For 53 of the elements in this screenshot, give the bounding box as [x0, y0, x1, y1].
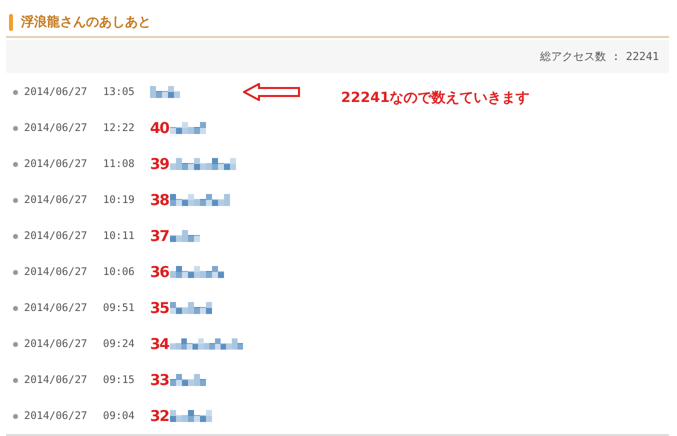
visit-time: 13:05: [103, 86, 136, 98]
count-annotation: 32: [150, 407, 169, 425]
bullet-icon: [13, 126, 18, 130]
accent-bar-icon: [9, 14, 13, 30]
pixelated-name-drawing: [170, 122, 206, 134]
visit-date: 2014/06/27: [24, 122, 88, 134]
visit-time: 10:19: [103, 194, 136, 206]
bullet-icon: [13, 414, 18, 418]
visit-date: 2014/06/27: [24, 374, 88, 386]
bullet-icon: [13, 90, 18, 94]
pixelated-name-drawing: [170, 374, 206, 386]
visit-date: 2014/06/27: [24, 266, 88, 278]
visit-time: 12:22: [103, 122, 136, 134]
pixelated-name-drawing: [170, 194, 230, 206]
visit-time: 10:06: [103, 266, 136, 278]
bullet-icon: [13, 162, 18, 166]
visit-date: 2014/06/27: [24, 194, 88, 206]
count-annotation: 40: [150, 119, 169, 137]
visit-time: 10:11: [103, 230, 136, 242]
annotation-note: 22241なので数えていきます: [341, 89, 530, 107]
bullet-icon: [13, 198, 18, 202]
count-annotation: 35: [150, 299, 169, 317]
bullet-icon: [13, 234, 18, 238]
bullet-icon: [13, 306, 18, 310]
visit-time: 09:04: [103, 410, 136, 422]
count-annotation: 36: [150, 263, 169, 281]
visit-date: 2014/06/27: [24, 86, 88, 98]
bullet-icon: [13, 270, 18, 274]
visit-time: 11:08: [103, 158, 136, 170]
count-annotation: 33: [150, 371, 169, 389]
count-annotation: 38: [150, 191, 169, 209]
visit-date: 2014/06/27: [24, 302, 88, 314]
pixelated-name-drawing: [170, 302, 212, 314]
total-access-count: 総アクセス数 : 22241: [540, 49, 659, 64]
pixelated-name-drawing: [170, 410, 212, 422]
visit-time: 09:24: [103, 338, 136, 350]
visit-date: 2014/06/27: [24, 338, 88, 350]
bullet-icon: [13, 378, 18, 382]
count-annotation: 39: [150, 155, 169, 173]
section-title: 浮浪龍さんのあしあと: [21, 14, 151, 31]
pixelated-name-drawing: [170, 230, 200, 242]
visit-date: 2014/06/27: [24, 230, 88, 242]
pixelated-name-drawing: [170, 158, 236, 170]
pixelated-name-drawing: [170, 266, 224, 278]
visit-time: 09:51: [103, 302, 136, 314]
visit-date: 2014/06/27: [24, 410, 88, 422]
visit-time: 09:15: [103, 374, 136, 386]
count-annotation: 34: [150, 335, 169, 353]
pixelated-name-drawing: [150, 86, 180, 98]
visit-date: 2014/06/27: [24, 158, 88, 170]
bullet-icon: [13, 342, 18, 346]
left-arrow-icon: [243, 83, 301, 101]
count-annotation: 37: [150, 227, 169, 245]
